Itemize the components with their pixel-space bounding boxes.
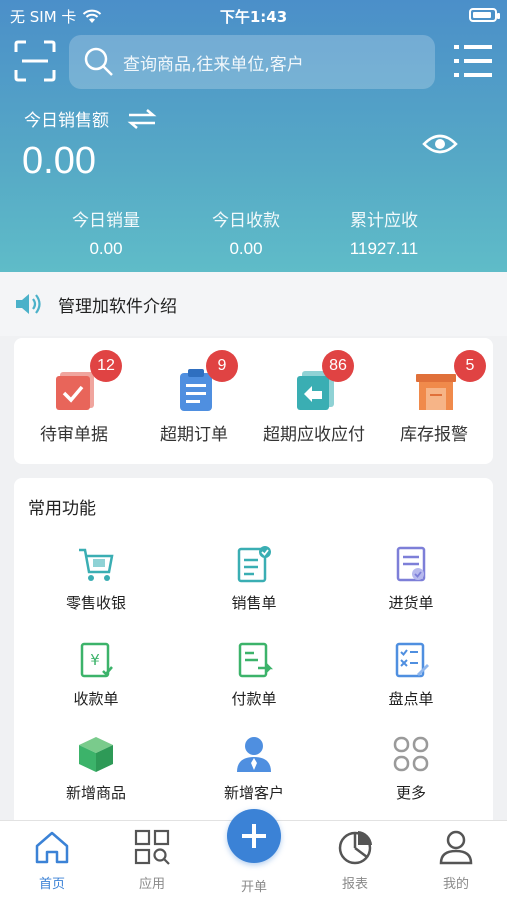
search-icon: [84, 47, 113, 76]
func-label: 进货单: [388, 594, 434, 612]
stat-label: 累计应收: [350, 211, 418, 231]
func-payment-voucher[interactable]: 付款单: [184, 640, 324, 732]
customer-icon: [237, 737, 271, 772]
menu-list-icon[interactable]: [453, 42, 493, 80]
stat-value: 0.00: [229, 239, 263, 258]
stat-label: 今日销量: [72, 211, 140, 231]
svg-text:¥: ¥: [90, 651, 100, 669]
more-icon: [393, 736, 429, 772]
func-label: 收款单: [73, 690, 119, 708]
sales-doc-icon: [237, 546, 271, 583]
header-panel: 无 SIM 卡 下午1:43 查询商品,往来单位,客户 今日销售额 0.00 今…: [0, 0, 507, 272]
badge-count: 9: [206, 350, 238, 382]
purchase-doc-icon: [396, 546, 426, 582]
tab-apps[interactable]: 应用: [112, 829, 192, 892]
box-icon: [79, 737, 113, 772]
scan-icon[interactable]: [14, 40, 56, 82]
status-bar: 无 SIM 卡 下午1:43: [0, 0, 507, 32]
home-icon: [35, 831, 69, 864]
func-stocktake[interactable]: 盘点单: [341, 640, 481, 732]
tab-label: 报表: [341, 877, 368, 892]
func-sales-order[interactable]: 销售单: [184, 544, 324, 636]
plus-icon: [242, 824, 266, 848]
badge-count: 5: [454, 350, 486, 382]
stat-today-receipts[interactable]: 今日收款 0.00: [166, 206, 326, 259]
search-bar[interactable]: 查询商品,往来单位,客户: [69, 35, 435, 89]
alert-pending-approval[interactable]: 12 待审单据: [14, 338, 134, 458]
stat-today-sales-qty[interactable]: 今日销量 0.00: [26, 206, 186, 259]
alert-overdue-receivable-payable[interactable]: 86 超期应收应付: [254, 338, 374, 458]
tab-create-order[interactable]: [227, 809, 281, 863]
tab-label: 首页: [38, 877, 65, 892]
alert-label: 超期应收应付: [263, 425, 365, 445]
alerts-card: 12 待审单据 9 超期订单 86 超期应收应付 5 库存报警: [14, 338, 493, 464]
tab-label: 应用: [138, 877, 165, 892]
func-label: 销售单: [231, 594, 277, 612]
user-icon: [439, 830, 473, 865]
cart-icon: [79, 548, 114, 581]
func-label: 更多: [395, 784, 426, 802]
func-label: 新增客户: [223, 784, 284, 802]
func-label: 新增商品: [65, 784, 126, 802]
approval-doc-icon: [56, 372, 94, 410]
inventory-icon: [395, 642, 429, 678]
section-title: 常用功能: [28, 499, 96, 519]
pie-chart-icon: [338, 831, 372, 865]
tab-home[interactable]: 首页: [12, 829, 92, 892]
func-label: 付款单: [231, 690, 277, 708]
sales-amount: 0.00: [22, 140, 96, 182]
common-functions-card: 常用功能 零售收银 销售单 进货单 ¥ 收款单 付款单 盘点单 新增商品 新增客…: [14, 478, 493, 838]
eye-icon[interactable]: [422, 130, 458, 158]
payment-icon: [238, 642, 274, 678]
stat-value: 0.00: [89, 239, 123, 258]
alert-label: 待审单据: [40, 425, 108, 445]
battery-icon: [469, 8, 500, 22]
stat-value: 11927.11: [349, 239, 419, 258]
stat-label: 今日收款: [212, 211, 280, 231]
sales-label: 今日销售额: [24, 111, 109, 131]
tab-reports[interactable]: 报表: [315, 829, 395, 892]
tab-label: 我的: [442, 877, 469, 892]
search-placeholder: 查询商品,往来单位,客户: [123, 54, 304, 75]
tab-mine[interactable]: 我的: [416, 829, 496, 892]
func-retail-checkout[interactable]: 零售收银: [26, 544, 166, 636]
apps-icon: [134, 829, 170, 865]
tab-label: 开单: [240, 880, 267, 895]
receipt-icon: ¥: [80, 642, 113, 678]
alert-label: 超期订单: [160, 425, 228, 445]
stat-total-receivable[interactable]: 累计应收 11927.11: [304, 206, 464, 259]
func-more[interactable]: 更多: [341, 734, 481, 826]
swap-icon[interactable]: [127, 108, 157, 130]
func-add-product[interactable]: 新增商品: [26, 734, 166, 826]
warehouse-icon: [416, 374, 456, 410]
sales-label-row: 今日销售额: [24, 106, 157, 131]
alert-label: 库存报警: [400, 425, 468, 445]
notice-text: 管理加软件介绍: [58, 296, 177, 317]
alert-overdue-orders[interactable]: 9 超期订单: [134, 338, 254, 458]
badge-count: 86: [322, 350, 354, 382]
func-receipt-voucher[interactable]: ¥ 收款单: [26, 640, 166, 732]
func-label: 盘点单: [388, 690, 434, 708]
func-purchase-order[interactable]: 进货单: [341, 544, 481, 636]
alert-stock-warning[interactable]: 5 库存报警: [374, 338, 494, 458]
badge-count: 12: [90, 350, 122, 382]
notice-bar[interactable]: 管理加软件介绍: [0, 272, 507, 336]
clock: 下午1:43: [219, 8, 288, 26]
speaker-icon: [16, 294, 41, 314]
func-label: 零售收银: [65, 594, 126, 612]
